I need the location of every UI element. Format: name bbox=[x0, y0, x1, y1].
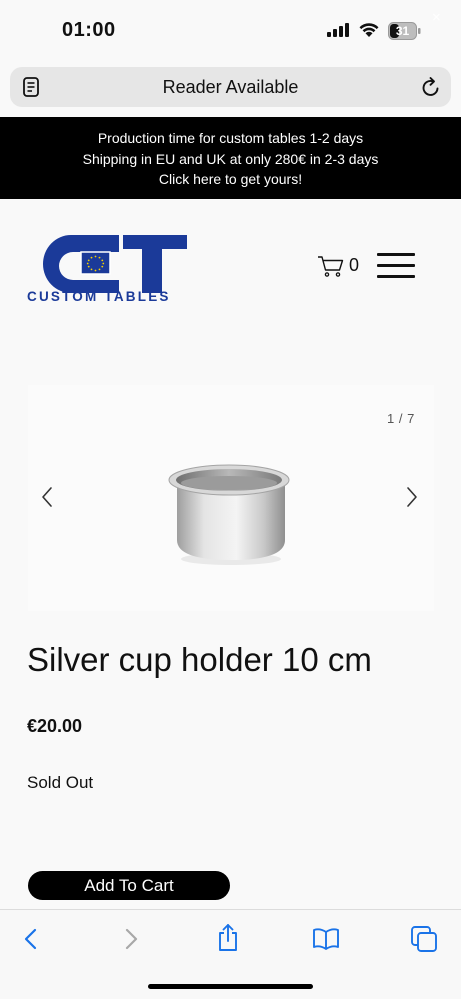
address-bar[interactable]: Reader Available bbox=[10, 67, 451, 107]
product-price: €20.00 bbox=[27, 716, 83, 736]
chevron-left-icon[interactable] bbox=[40, 486, 54, 508]
product-image-cup-holder bbox=[168, 464, 290, 565]
home-indicator bbox=[148, 984, 313, 989]
brand-name: CUSTOM TABLES bbox=[27, 289, 171, 304]
wifi-icon bbox=[359, 23, 379, 37]
bookmarks-icon[interactable] bbox=[312, 927, 340, 951]
promo-line-shipping: Shipping in EU and UK at only 280€ in 2-… bbox=[82, 150, 379, 167]
battery-level: 31 bbox=[395, 24, 410, 38]
promo-banner[interactable]: Production time for custom tables 1-2 da… bbox=[0, 117, 461, 199]
product-title: Silver cup holder 10 cm bbox=[27, 641, 372, 678]
battery-icon: 31 bbox=[388, 22, 421, 40]
status-time: 01:00 bbox=[62, 19, 116, 41]
address-text[interactable]: Reader Available bbox=[10, 67, 451, 107]
cellular-signal-icon bbox=[327, 23, 349, 37]
stock-status: Sold Out bbox=[27, 773, 94, 792]
promo-line-cta[interactable]: Click here to get yours! bbox=[0, 169, 461, 190]
status-bar: 01:00 31 bbox=[0, 0, 461, 62]
gallery-counter: 1 / 7 bbox=[387, 411, 415, 426]
close-icon[interactable]: × bbox=[432, 9, 441, 26]
add-to-cart-button[interactable]: Add To Cart bbox=[28, 871, 230, 900]
cart-icon[interactable] bbox=[317, 255, 345, 277]
tabs-icon[interactable] bbox=[410, 925, 438, 953]
back-icon[interactable] bbox=[22, 927, 40, 951]
reader-icon[interactable] bbox=[23, 77, 39, 97]
hamburger-menu-icon[interactable] bbox=[377, 253, 415, 279]
reload-icon[interactable] bbox=[421, 76, 441, 98]
share-icon[interactable] bbox=[216, 923, 240, 953]
cart-count[interactable]: 0 bbox=[349, 255, 359, 276]
forward-icon[interactable] bbox=[122, 927, 140, 951]
promo-line-production: Production time for custom tables 1-2 da… bbox=[97, 130, 364, 146]
chevron-right-icon[interactable] bbox=[405, 486, 419, 508]
